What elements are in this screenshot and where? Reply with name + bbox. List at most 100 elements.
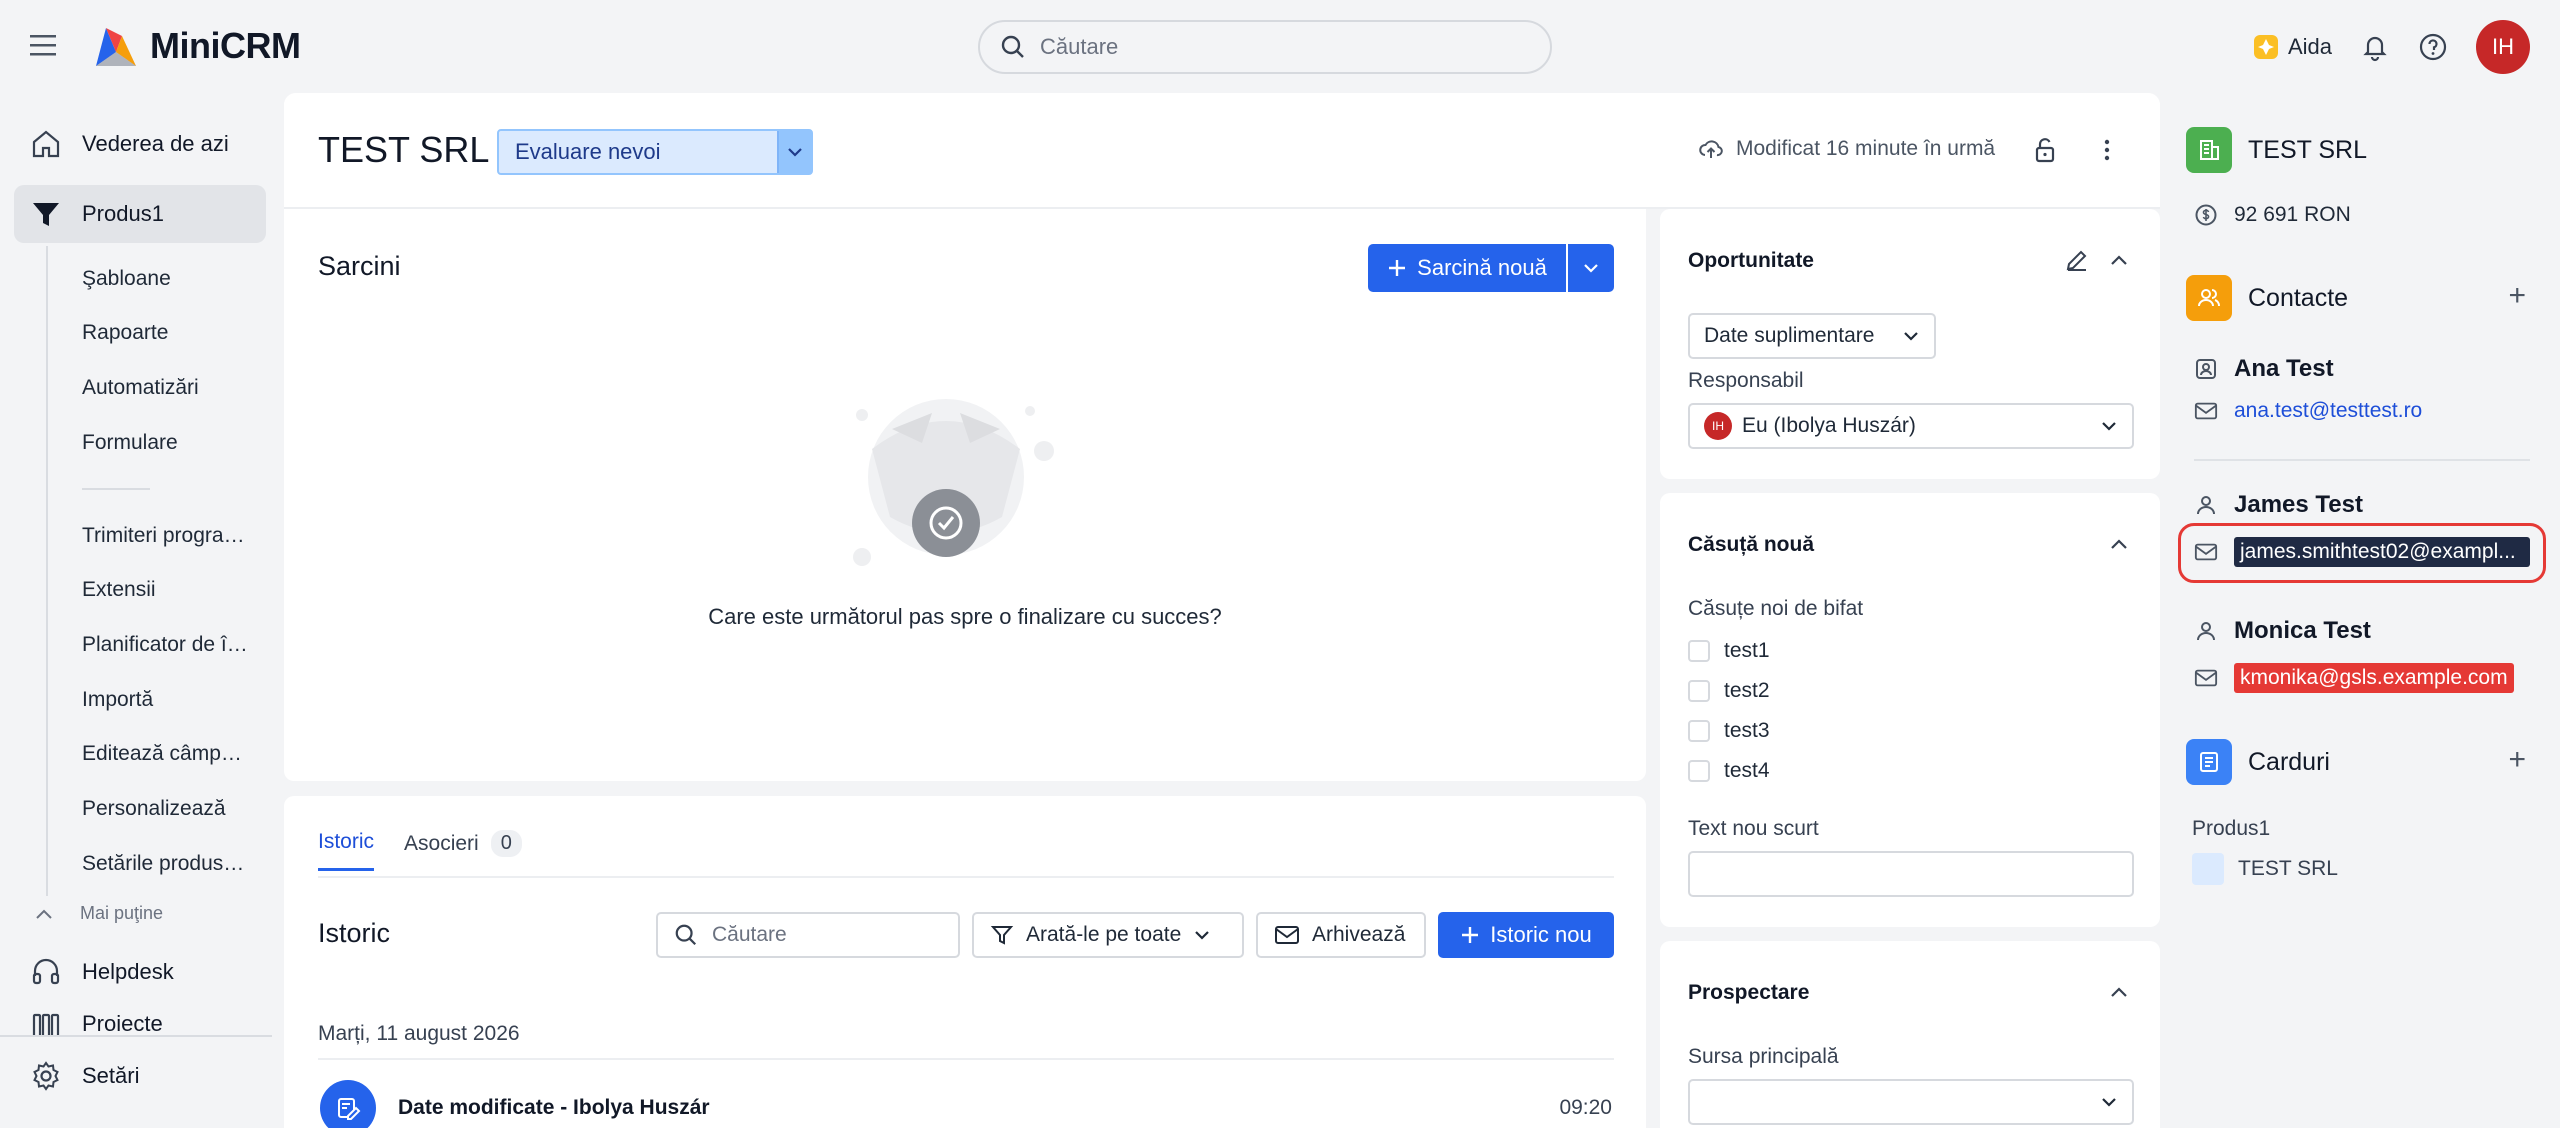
main-source-label: Sursa principală bbox=[1688, 1045, 1839, 1068]
chevron-up-icon[interactable] bbox=[2108, 981, 2130, 1003]
sub-item-edit-fields[interactable]: Editează câmpurile bbox=[82, 742, 252, 766]
show-less-label: Mai puţine bbox=[80, 903, 164, 923]
contacts-divider bbox=[2194, 459, 2530, 461]
history-date: Marți, 11 august 2026 bbox=[318, 1022, 520, 1045]
gear-icon bbox=[33, 1061, 59, 1091]
prospecting-card: Prospectare Sursa principală bbox=[1660, 941, 2160, 1128]
company-header[interactable]: TEST SRL bbox=[2186, 127, 2367, 173]
history-tabs: Istoric Asocieri 0 bbox=[318, 830, 522, 871]
sub-item-planner[interactable]: Planificator de întâlniri bbox=[82, 633, 252, 657]
add-contact-button[interactable]: + bbox=[2508, 279, 2526, 313]
contact-name-row[interactable]: Monica Test bbox=[2194, 617, 2371, 645]
plus-icon bbox=[1389, 260, 1406, 276]
date-divider bbox=[318, 1058, 1614, 1060]
new-task-label: Sarcină nouă bbox=[1417, 255, 1547, 280]
sub-item-product-settings[interactable]: Setările produsului bbox=[82, 852, 252, 876]
new-box-title: Căsuță nouă bbox=[1688, 533, 1815, 556]
board-icon bbox=[32, 1013, 60, 1037]
help-icon[interactable] bbox=[2418, 32, 2448, 62]
sub-item-scheduled[interactable]: Trimiteri programate bbox=[82, 524, 252, 548]
short-text-input[interactable] bbox=[1688, 851, 2134, 897]
new-history-label: Istoric nou bbox=[1490, 922, 1592, 947]
app-name: MiniCRM bbox=[150, 25, 301, 66]
add-card-button[interactable]: + bbox=[2508, 743, 2526, 777]
bell-icon[interactable] bbox=[2360, 32, 2390, 62]
chevron-down-icon bbox=[2102, 422, 2116, 431]
company-name: TEST SRL bbox=[2248, 135, 2368, 164]
mail-icon bbox=[2194, 669, 2218, 687]
app-logo[interactable]: MiniCRM bbox=[92, 22, 301, 70]
archive-button[interactable]: Arhivează bbox=[1256, 912, 1426, 958]
responsible-select[interactable]: IH Eu (Ibolya Huszár) bbox=[1688, 403, 2134, 449]
opportunity-card: Oportunitate Date suplimentare Responsab… bbox=[1660, 209, 2160, 479]
card-item[interactable]: TEST SRL bbox=[2192, 853, 2338, 885]
headset-icon bbox=[32, 958, 60, 985]
contact-email[interactable]: ana.test@testtest.ro bbox=[2234, 399, 2422, 423]
tab-history[interactable]: Istoric bbox=[318, 830, 375, 871]
extra-data-dropdown[interactable]: Date suplimentare bbox=[1688, 313, 1936, 359]
checkbox-row[interactable]: test4 bbox=[1688, 759, 1770, 783]
contact-name-row[interactable]: Ana Test bbox=[2194, 355, 2334, 383]
sub-item-extensions[interactable]: Extensii bbox=[82, 578, 252, 602]
contacts-title: Contacte bbox=[2248, 283, 2349, 312]
nav-projects[interactable]: Proiecte bbox=[14, 999, 266, 1037]
filter-icon bbox=[990, 926, 1014, 945]
checkbox[interactable] bbox=[1688, 720, 1710, 742]
global-search-input[interactable] bbox=[1040, 34, 1500, 60]
new-history-button[interactable]: Istoric nou bbox=[1438, 912, 1614, 958]
cards-header[interactable]: Carduri bbox=[2186, 739, 2330, 785]
contact-email-row[interactable]: james.smithtest02@exampl... bbox=[2194, 537, 2530, 567]
history-entry-title[interactable]: Date modificate - Ibolya Huszár bbox=[398, 1096, 710, 1120]
sub-item-forms[interactable]: Formulare bbox=[82, 431, 252, 455]
stage-value: Evaluare nevoi bbox=[515, 139, 661, 164]
history-card: Istoric Asocieri 0 Istoric Arată-le pe t… bbox=[284, 796, 1646, 1128]
nav-today[interactable]: Vederea de azi bbox=[14, 115, 266, 173]
main-source-select[interactable] bbox=[1688, 1079, 2134, 1125]
mail-icon bbox=[2194, 543, 2218, 561]
sub-item-customize[interactable]: Personalizează bbox=[82, 797, 252, 821]
chevron-up-icon[interactable] bbox=[2108, 249, 2130, 271]
stage-select[interactable]: Evaluare nevoi bbox=[497, 129, 813, 175]
contact-email-selected[interactable]: james.smithtest02@exampl... bbox=[2234, 537, 2530, 567]
nav-product[interactable]: Produs1 bbox=[14, 185, 266, 243]
sub-item-automations[interactable]: Automatizări bbox=[82, 376, 252, 400]
tab-history-label: Istoric bbox=[318, 830, 375, 853]
nav-helpdesk[interactable]: Helpdesk bbox=[14, 943, 266, 1001]
checkbox[interactable] bbox=[1688, 680, 1710, 702]
new-box-card: Căsuță nouă Căsuțe noi de bifat test1 te… bbox=[1660, 493, 2160, 927]
checkbox[interactable] bbox=[1688, 640, 1710, 662]
contact-email-error[interactable]: kmonika@gsls.example.com bbox=[2234, 663, 2514, 693]
coin-icon bbox=[2195, 204, 2217, 226]
history-search[interactable] bbox=[656, 912, 960, 958]
contacts-header[interactable]: Contacte bbox=[2186, 275, 2348, 321]
tabs-divider bbox=[318, 876, 1614, 878]
new-task-dropdown[interactable] bbox=[1568, 244, 1614, 292]
sub-item-templates[interactable]: Şabloane bbox=[82, 267, 252, 291]
chevron-up-icon[interactable] bbox=[2108, 533, 2130, 555]
checkbox-row[interactable]: test3 bbox=[1688, 719, 1770, 743]
more-options-icon[interactable] bbox=[2092, 135, 2122, 165]
sub-item-reports[interactable]: Rapoarte bbox=[82, 321, 252, 345]
show-less-toggle[interactable]: Mai puţine bbox=[34, 903, 163, 924]
tab-associations[interactable]: Asocieri 0 bbox=[404, 830, 522, 871]
filter-button[interactable]: Arată-le pe toate bbox=[972, 912, 1244, 958]
history-search-input[interactable] bbox=[712, 923, 942, 947]
checkbox-row[interactable]: test1 bbox=[1688, 639, 1770, 663]
menu-icon[interactable] bbox=[28, 32, 62, 62]
checkbox-label: test1 bbox=[1724, 639, 1770, 662]
user-avatar[interactable]: IH bbox=[2476, 20, 2530, 74]
contact-name-row[interactable]: James Test bbox=[2194, 491, 2363, 519]
sub-item-import[interactable]: Importă bbox=[82, 688, 252, 712]
nav-helpdesk-label: Helpdesk bbox=[82, 959, 174, 984]
nav-settings[interactable]: Setări bbox=[14, 1047, 266, 1105]
global-search[interactable] bbox=[978, 20, 1552, 74]
contact-email-row[interactable]: kmonika@gsls.example.com bbox=[2194, 663, 2514, 693]
checkbox[interactable] bbox=[1688, 760, 1710, 782]
pencil-icon[interactable] bbox=[2064, 247, 2090, 273]
aida-button[interactable]: Aida bbox=[2252, 33, 2332, 61]
unlock-icon[interactable] bbox=[2030, 135, 2060, 165]
checkbox-row[interactable]: test2 bbox=[1688, 679, 1770, 703]
cards-icon bbox=[2186, 739, 2232, 785]
new-task-button[interactable]: Sarcină nouă bbox=[1368, 244, 1566, 292]
contact-email-row[interactable]: ana.test@testtest.ro bbox=[2194, 399, 2422, 423]
